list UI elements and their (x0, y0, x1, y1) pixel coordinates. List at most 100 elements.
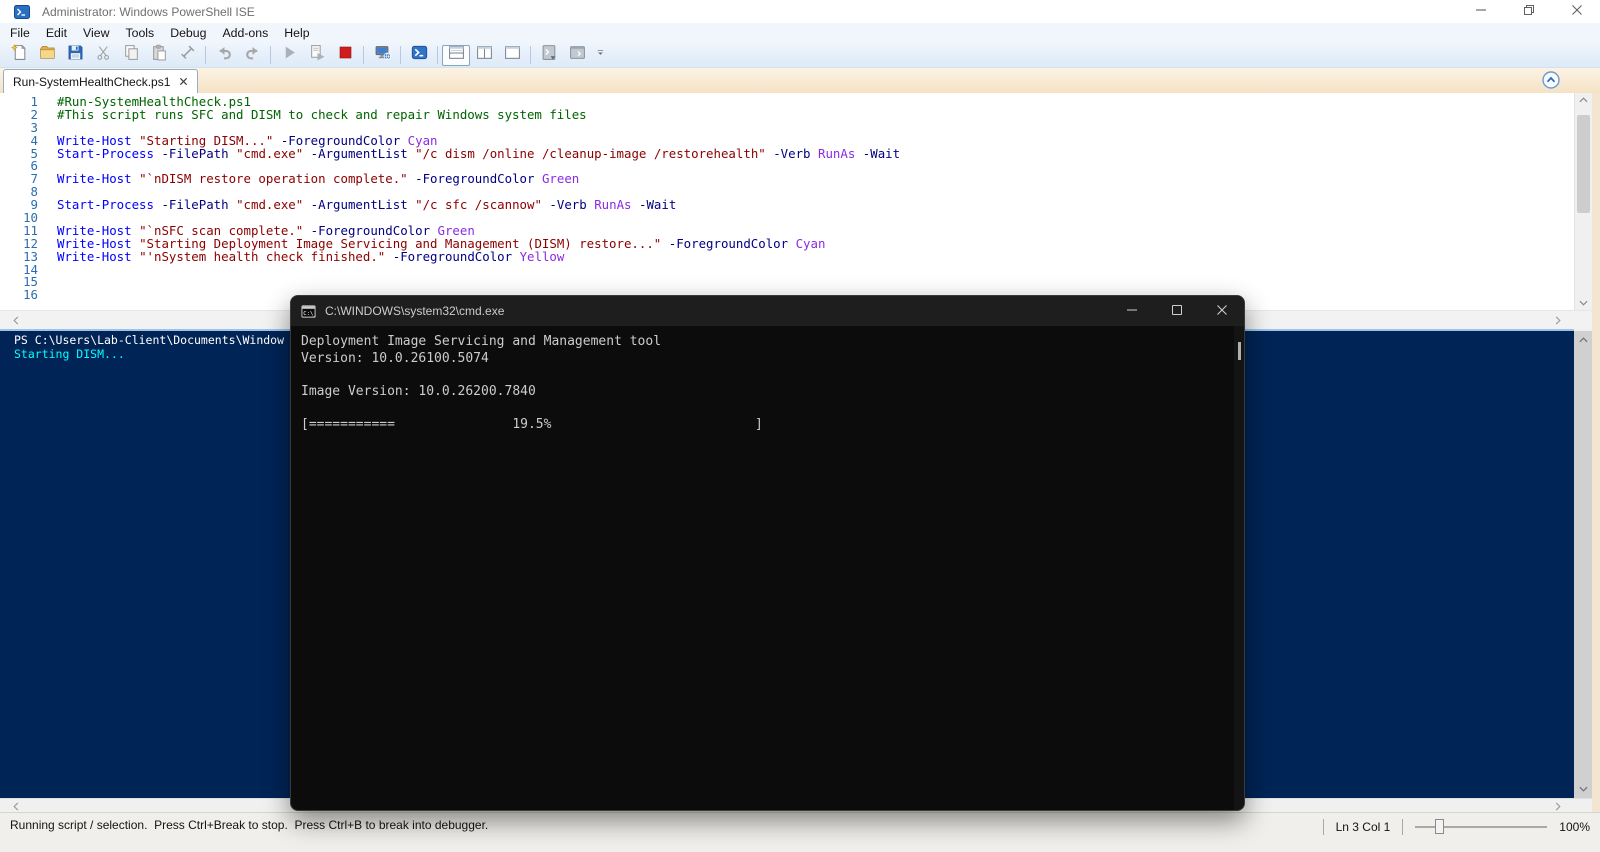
console-vertical-scrollbar[interactable] (1574, 331, 1592, 798)
status-separator (1402, 819, 1404, 835)
ise-titlebar[interactable]: Administrator: Windows PowerShell ISE (0, 0, 1600, 23)
restore-icon (1523, 3, 1535, 21)
dism-progress-bar: [=========== 19.5% ] (301, 416, 763, 432)
new-script-button[interactable] (5, 44, 33, 66)
cmd-titlebar[interactable]: C:\_ C:\WINDOWS\system32\cmd.exe (291, 296, 1244, 326)
restore-button[interactable] (1522, 3, 1536, 21)
cmd-output-line: Image Version: 10.0.26200.7840 (301, 383, 536, 399)
clear-console-icon (179, 44, 196, 66)
toolbar-separator (437, 46, 438, 64)
cmd-output-line: Version: 10.0.26100.5074 (301, 350, 489, 366)
save-button[interactable] (61, 45, 89, 66)
collapse-script-pane-button[interactable] (1542, 71, 1560, 89)
stop-operation-icon (337, 44, 354, 66)
scroll-up-icon[interactable] (1575, 93, 1592, 107)
editor-line: 5 Start-Process -FilePath "cmd.exe" -Argu… (0, 145, 1574, 161)
scroll-down-icon[interactable] (1574, 782, 1592, 796)
cmd-maximize-button[interactable] (1154, 296, 1199, 326)
menu-addons[interactable]: Add-ons (214, 24, 276, 42)
zoom-slider[interactable] (1415, 819, 1548, 835)
minimize-icon (1126, 304, 1138, 319)
svg-text:C:\_: C:\_ (303, 310, 316, 316)
editor-line: 13 Write-Host "'nSystem health check fini… (0, 250, 1574, 264)
script-editor[interactable]: 1 #Run-SystemHealthCheck.ps1 2 #This script… (0, 93, 1574, 310)
toolbar-separator (530, 46, 531, 64)
toolbar (0, 43, 1600, 68)
close-button[interactable] (1570, 3, 1584, 21)
window-edge-strip (1592, 93, 1600, 812)
editor-scrollbar-thumb[interactable] (1577, 115, 1590, 213)
menu-help[interactable]: Help (276, 24, 317, 42)
cmd-icon: C:\_ (301, 304, 317, 319)
cmd-close-button[interactable] (1199, 296, 1244, 326)
cut-button[interactable] (89, 45, 117, 66)
open-script-button[interactable] (33, 45, 61, 66)
status-separator (1322, 819, 1324, 835)
paste-icon (151, 44, 168, 66)
scroll-left-icon[interactable] (8, 799, 24, 813)
script-pane-maximized-icon (504, 44, 521, 66)
clear-console-button[interactable] (173, 45, 201, 66)
new-powershell-tab-icon (541, 44, 558, 66)
menu-file[interactable]: File (2, 24, 38, 42)
cursor-position: Ln 3 Col 1 (1335, 820, 1391, 834)
menu-edit[interactable]: Edit (38, 24, 75, 42)
save-icon (67, 44, 84, 66)
new-remote-powershell-tab-button[interactable] (368, 45, 396, 66)
open-script-icon (39, 44, 56, 66)
script-pane-right-button[interactable] (470, 45, 498, 66)
menu-view[interactable]: View (75, 24, 117, 42)
undo-button[interactable] (210, 45, 238, 66)
toolbar-overflow-button[interactable] (593, 45, 607, 66)
show-command-window-button[interactable] (563, 45, 591, 66)
scroll-right-icon[interactable] (1550, 313, 1566, 327)
run-script-button[interactable] (275, 45, 303, 66)
window-title: Administrator: Windows PowerShell ISE (42, 4, 255, 19)
zoom-slider-thumb[interactable] (1435, 819, 1445, 834)
script-pane-maximized-button[interactable] (498, 45, 526, 66)
cmd-minimize-button[interactable] (1109, 296, 1154, 326)
menu-debug[interactable]: Debug (162, 24, 214, 42)
status-message: Running script / selection. Press Ctrl+B… (10, 818, 489, 832)
toolbar-separator (400, 46, 401, 64)
script-pane-top-button[interactable] (442, 44, 470, 66)
code-text: Start-Process -FilePath "cmd.exe" -Argum… (57, 145, 901, 161)
toolbar-overflow-icon (595, 45, 606, 65)
editor-vertical-scrollbar[interactable] (1574, 93, 1592, 310)
scroll-down-icon[interactable] (1575, 296, 1592, 310)
scroll-right-icon[interactable] (1550, 799, 1566, 813)
copy-button[interactable] (117, 45, 145, 66)
cmd-output-line (301, 400, 1230, 417)
cmd-scrollbar[interactable] (1234, 326, 1244, 810)
code-text: Write-Host "`nDISM restore operation com… (57, 171, 580, 187)
scroll-up-icon[interactable] (1574, 333, 1592, 347)
editor-line: 9 Start-Process -FilePath "cmd.exe" -Argu… (0, 198, 1574, 212)
editor-line: 14 (0, 263, 1574, 277)
new-remote-powershell-tab-icon (374, 44, 391, 66)
cut-icon (95, 44, 112, 66)
run-selection-button[interactable] (303, 45, 331, 66)
undo-icon (216, 44, 233, 66)
cmd-window[interactable]: C:\_ C:\WINDOWS\system32\cmd.exe Deploym… (290, 295, 1245, 811)
stop-operation-button[interactable] (331, 45, 359, 66)
tab-label: Run-SystemHealthCheck.ps1 (13, 74, 171, 89)
new-powershell-tab-button[interactable] (535, 45, 563, 66)
scroll-left-icon[interactable] (8, 313, 24, 327)
tab-run-systemhealthcheck[interactable]: Run-SystemHealthCheck.ps1 (3, 69, 199, 93)
redo-button[interactable] (238, 45, 266, 66)
copy-icon (123, 44, 140, 66)
start-powershell-button[interactable] (405, 45, 433, 66)
tab-strip: Run-SystemHealthCheck.ps1 (0, 68, 1600, 93)
minimize-button[interactable] (1474, 5, 1488, 19)
code-text: #This script runs SFC and DISM to check … (57, 106, 587, 122)
paste-button[interactable] (145, 44, 173, 66)
run-selection-icon (309, 44, 326, 66)
tab-close-icon[interactable] (179, 77, 188, 86)
cmd-output[interactable]: Deployment Image Servicing and Managemen… (291, 326, 1244, 433)
editor-line: 15 (0, 276, 1574, 289)
menu-tools[interactable]: Tools (117, 24, 162, 42)
close-icon (1571, 3, 1583, 21)
cmd-scrollbar-thumb[interactable] (1238, 342, 1241, 360)
